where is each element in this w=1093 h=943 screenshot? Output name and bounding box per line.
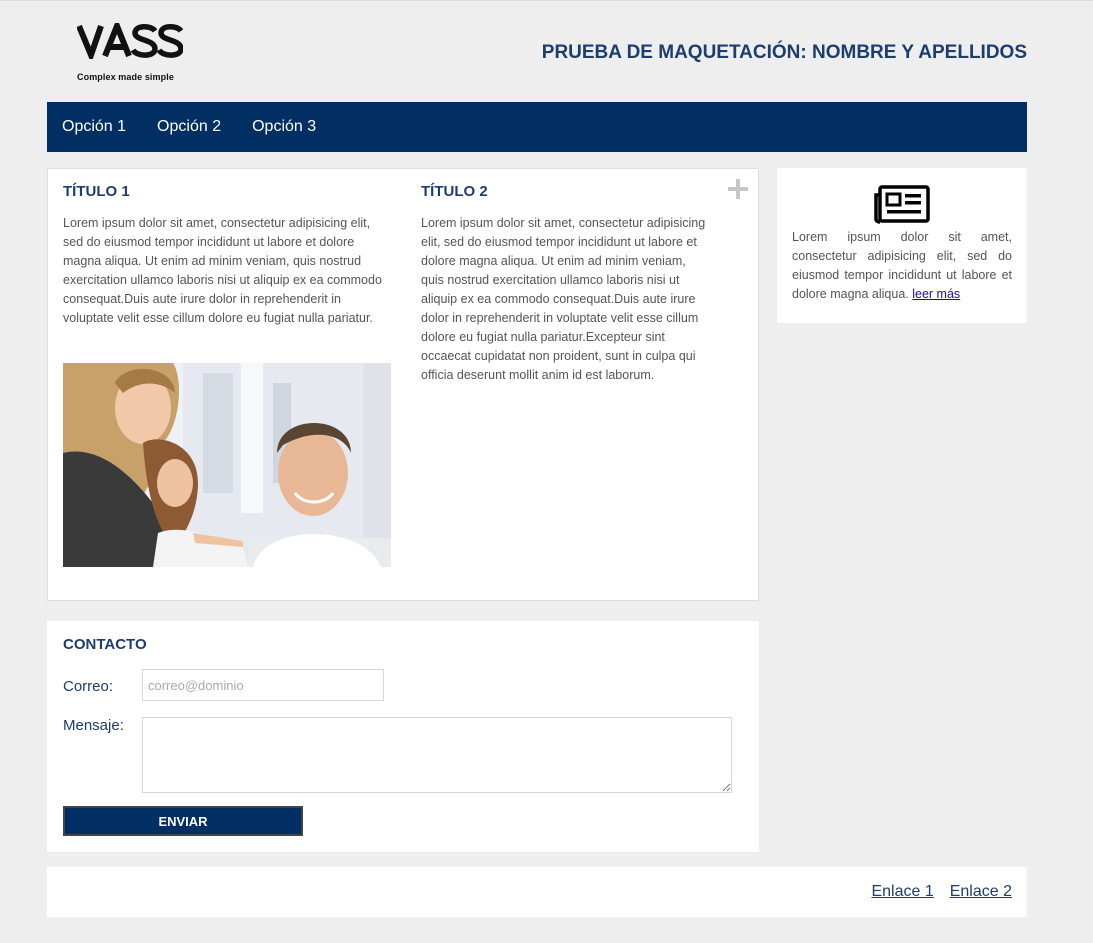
send-button[interactable]: ENVIAR: [63, 806, 303, 836]
column-2-title: TÍTULO 2: [421, 183, 488, 200]
footer-link-2[interactable]: Enlace 2: [950, 883, 1012, 901]
office-team-photo: [63, 363, 391, 567]
page-title: PRUEBA DE MAQUETACIÓN: NOMBRE Y APELLIDO…: [541, 42, 1027, 63]
message-textarea[interactable]: [142, 717, 732, 793]
contact-title: CONTACTO: [63, 636, 147, 653]
logo[interactable]: Complex made simple: [77, 23, 187, 82]
logo-tagline: Complex made simple: [77, 72, 174, 82]
message-label: Mensaje:: [63, 717, 124, 734]
photo-illustration: [63, 363, 391, 567]
sidebar-news-box: Lorem ipsum dolor sit amet, consectetur …: [777, 168, 1027, 323]
main-navbar: Opción 1 Opción 2 Opción 3: [47, 102, 1027, 152]
nav-item-opcion-1[interactable]: Opción 1: [62, 118, 126, 136]
email-label: Correo:: [63, 678, 114, 695]
plus-icon[interactable]: [728, 179, 748, 199]
nav-item-opcion-3[interactable]: Opción 3: [252, 118, 316, 136]
read-more-link[interactable]: leer más: [912, 287, 960, 301]
vass-logo-icon: [77, 23, 183, 59]
column-2: TÍTULO 2 Lorem ipsum dolor sit amet, con…: [421, 183, 711, 385]
column-1-title: TÍTULO 1: [63, 183, 130, 200]
footer: Enlace 1 Enlace 2: [47, 867, 1027, 917]
column-1: TÍTULO 1 Lorem ipsum dolor sit amet, con…: [63, 183, 393, 328]
sidebar-text-body: Lorem ipsum dolor sit amet, consectetur …: [792, 230, 1012, 301]
column-1-text: Lorem ipsum dolor sit amet, consectetur …: [63, 216, 382, 325]
newspaper-icon: [874, 185, 930, 224]
footer-link-1[interactable]: Enlace 1: [871, 883, 933, 901]
nav-item-opcion-2[interactable]: Opción 2: [157, 118, 221, 136]
contact-form: CONTACTO Correo: Mensaje: ENVIAR: [47, 621, 759, 852]
sidebar-text: Lorem ipsum dolor sit amet, consectetur …: [792, 228, 1012, 304]
email-field[interactable]: [142, 669, 384, 701]
main-content-box: TÍTULO 1 Lorem ipsum dolor sit amet, con…: [47, 168, 759, 601]
column-2-text: Lorem ipsum dolor sit amet, consectetur …: [421, 216, 706, 382]
